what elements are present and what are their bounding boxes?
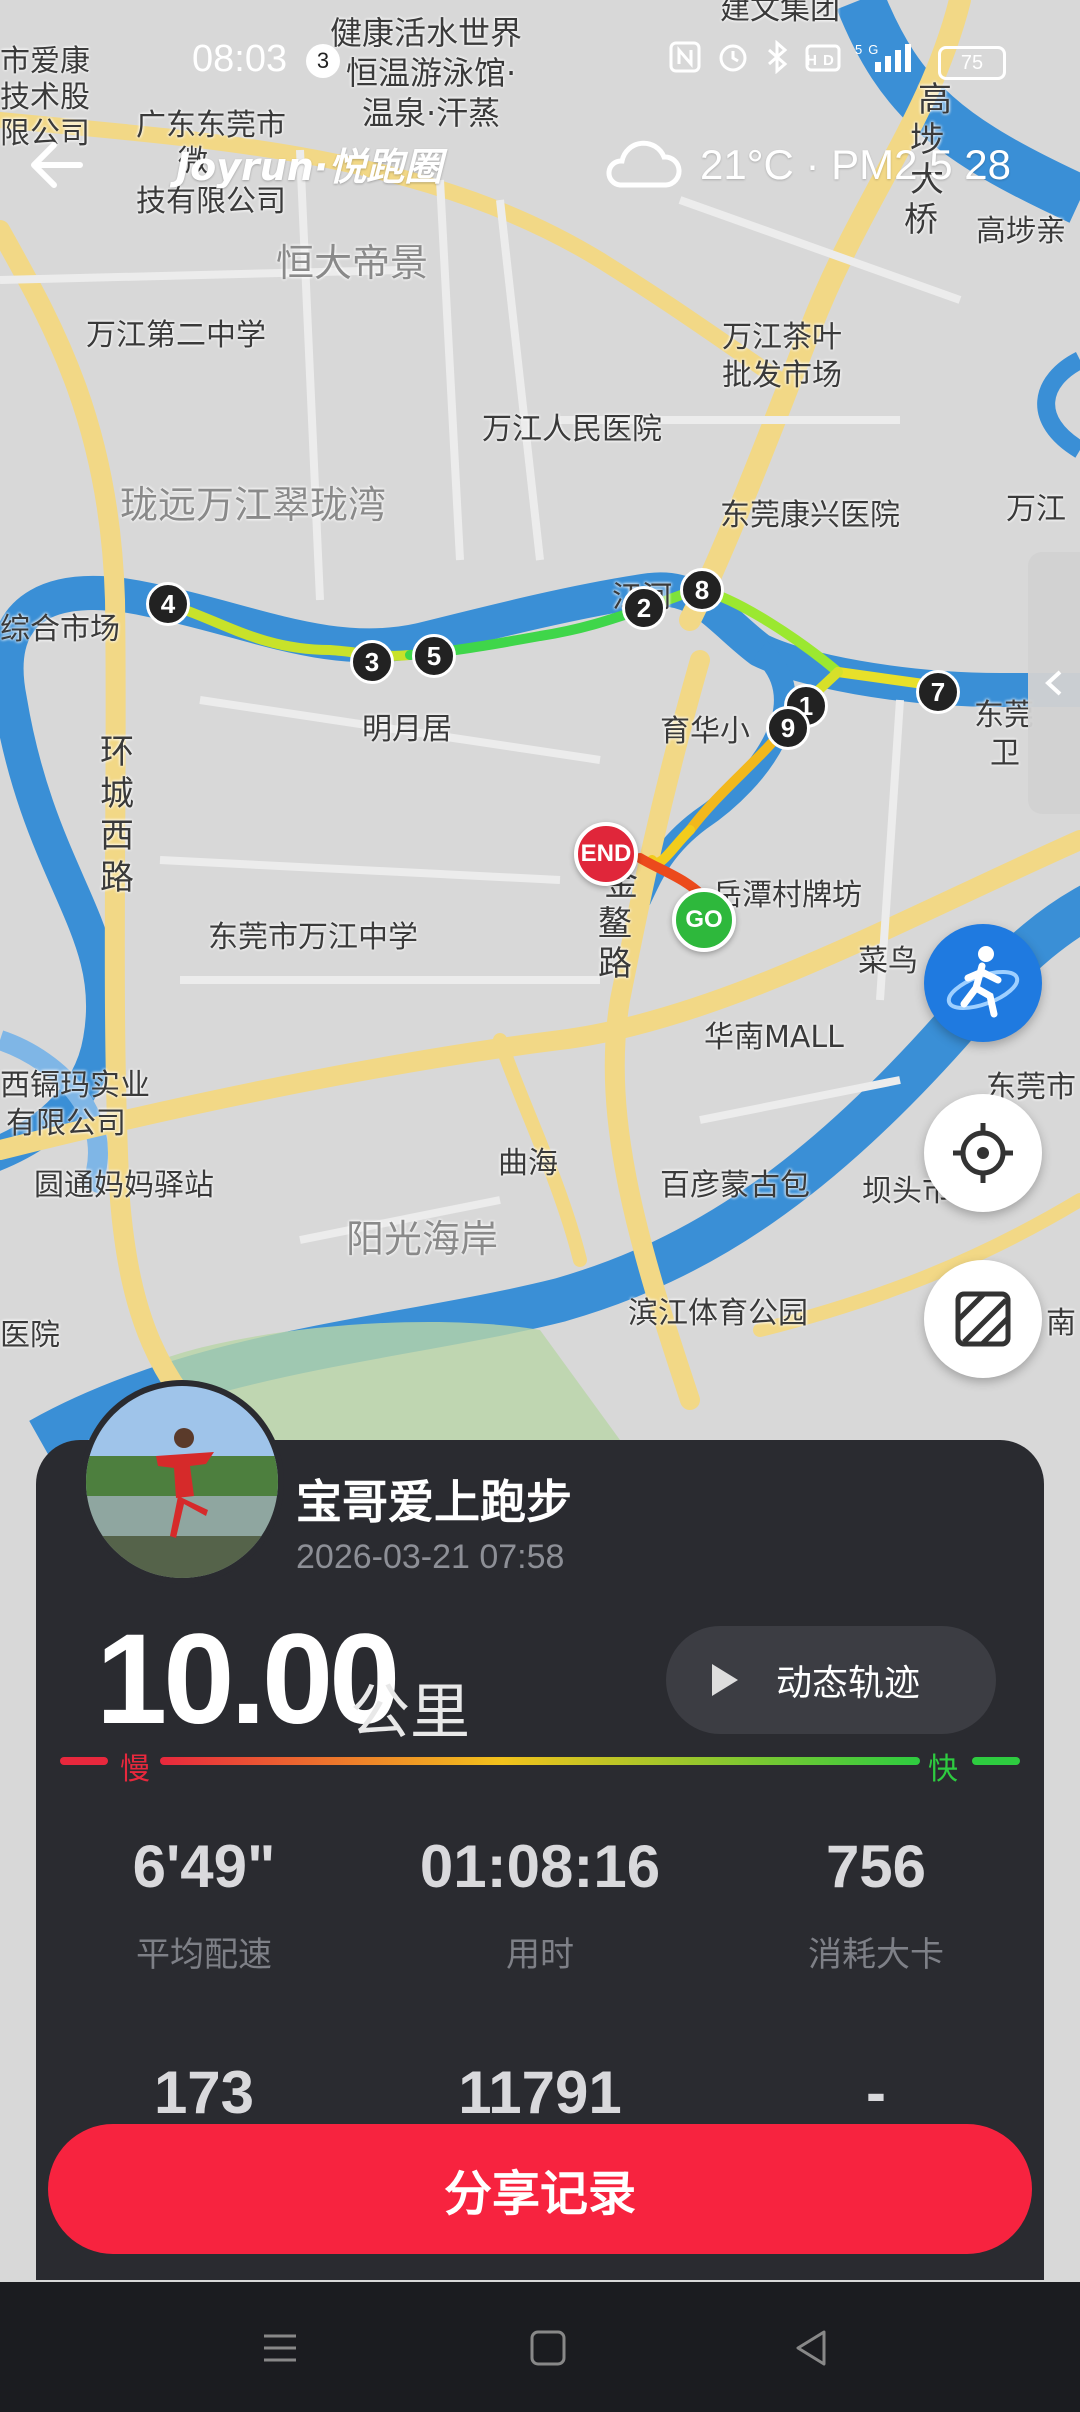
map-label: 综合市场 <box>0 612 120 647</box>
crosshair-icon <box>953 1123 1013 1183</box>
stat-extra: - <box>726 2058 1026 2127</box>
stat-cadence: 173 <box>54 2058 354 2127</box>
km-marker: 2 <box>622 586 666 630</box>
map-layer-icon <box>955 1291 1011 1347</box>
map-label: 万江人民医院 <box>482 412 662 447</box>
avatar-photo <box>86 1386 278 1578</box>
system-nav-bar <box>0 2282 1080 2412</box>
stat-value: 173 <box>153 2059 255 2126</box>
stat-value: 6'49" <box>132 1833 276 1900</box>
map-label: 高埗亲 <box>976 214 1066 249</box>
stat-label: 平均配速 <box>136 1935 272 1975</box>
pace-fast-label: 快 <box>928 1752 958 1787</box>
stat-calories: 756 消耗大卡 <box>726 1832 1026 1976</box>
side-panel-handle[interactable] <box>1028 552 1080 814</box>
status-icons: HD 5G <box>668 39 919 82</box>
runner-icon <box>946 946 1020 1018</box>
map-label: 曲海 <box>498 1146 558 1181</box>
map-label: 岳潭村牌坊 <box>712 878 862 913</box>
km-marker: 7 <box>916 670 960 714</box>
stat-value: - <box>866 2059 886 2126</box>
map-label: 卫 <box>990 736 1020 771</box>
stat-avg-pace: 6'49" 平均配速 <box>54 1832 354 1976</box>
end-marker: END <box>574 822 638 886</box>
nfc-icon <box>669 41 701 73</box>
km-marker: 9 <box>766 706 810 750</box>
start-marker: GO <box>672 888 736 952</box>
map-label: 万江第二中学 <box>86 318 266 353</box>
dynamic-track-label: 动态轨迹 <box>776 1663 921 1704</box>
battery-indicator: 75 <box>938 46 1006 80</box>
dynamic-track-button[interactable]: 动态轨迹 <box>666 1626 996 1734</box>
pace-slow-label: 慢 <box>120 1752 150 1787</box>
back-icon[interactable] <box>790 2326 834 2370</box>
home-icon[interactable] <box>526 2326 570 2370</box>
stat-value: 756 <box>825 1833 927 1900</box>
stat-duration: 01:08:16 用时 <box>390 1832 690 1976</box>
map-label: 阳光海岸 <box>346 1217 499 1261</box>
map-label: 东莞康兴医院 <box>720 498 900 533</box>
share-record-label: 分享记录 <box>443 2166 636 2222</box>
play-icon <box>712 1664 738 1696</box>
map-label: 百彦蒙古包 <box>660 1168 810 1203</box>
svg-text:HD: HD <box>806 52 840 69</box>
map-label: 南 <box>1046 1306 1076 1341</box>
map-label: 滨江体育公园 <box>628 1296 808 1331</box>
weather-info: 21°C · PM2.5 28 <box>600 130 1011 200</box>
map-label: 菜鸟 <box>858 944 918 979</box>
stat-label: 消耗大卡 <box>808 1935 944 1975</box>
signal-icon: 5G <box>855 42 912 72</box>
km-marker: 8 <box>680 568 724 612</box>
stat-value: 11791 <box>458 2059 622 2126</box>
km-marker: 4 <box>146 582 190 626</box>
cloud-icon <box>606 140 682 188</box>
map-label: 恒大帝景 <box>276 241 429 285</box>
map-label: 万江 <box>1006 492 1066 527</box>
brand-logo: Joyrun·悦跑圈 <box>176 145 443 189</box>
notification-badge: 3 <box>306 44 340 78</box>
stat-label: 用时 <box>506 1935 574 1975</box>
status-bar: 08:03 3 HD 5G 75 <box>0 0 1080 120</box>
bluetooth-icon <box>767 39 787 75</box>
map-label: 圆通妈妈驿站 <box>34 1168 214 1203</box>
chevron-left-icon <box>1045 670 1062 696</box>
avatar[interactable] <box>80 1380 284 1584</box>
map-label: 明月居 <box>362 712 452 747</box>
km-marker: 5 <box>412 634 456 678</box>
top-bar: Joyrun·悦跑圈 21°C · PM2.5 28 <box>0 120 1080 210</box>
map-label: 路 <box>598 944 632 984</box>
km-marker: 3 <box>350 640 394 684</box>
distance-unit: 公里 <box>350 1678 470 1748</box>
stat-steps: 11791 <box>390 2058 690 2127</box>
hd-icon: HD <box>805 44 841 72</box>
map-label: 东莞市万江中学 <box>208 920 418 955</box>
map-label: 育华小 <box>660 714 750 749</box>
map-label: 珑远万江翠珑湾 <box>120 483 387 527</box>
username: 宝哥爱上跑步 <box>296 1475 572 1529</box>
map-label: 医院 <box>0 1318 60 1353</box>
stat-value: 01:08:16 <box>419 1833 661 1900</box>
locate-button[interactable] <box>924 1094 1042 1212</box>
svg-text:5G: 5G <box>855 42 884 57</box>
map-label: 华南MALL <box>704 1020 844 1055</box>
run-datetime: 2026-03-21 07:58 <box>296 1538 565 1576</box>
menu-icon[interactable] <box>258 2326 302 2370</box>
map-label: 路 <box>100 858 134 898</box>
map-label: 有限公司 <box>6 1106 126 1141</box>
map-layer-button[interactable] <box>924 1260 1042 1378</box>
running-mode-button[interactable] <box>924 924 1042 1042</box>
alarm-icon <box>719 44 747 72</box>
pace-gradient-bar <box>60 1757 1020 1765</box>
weather-text: 21°C · PM2.5 28 <box>700 141 1011 188</box>
map-label: 批发市场 <box>722 358 842 393</box>
share-record-button[interactable]: 分享记录 <box>48 2124 1032 2254</box>
back-arrow-icon[interactable] <box>24 130 94 200</box>
status-time: 08:03 <box>192 38 288 80</box>
